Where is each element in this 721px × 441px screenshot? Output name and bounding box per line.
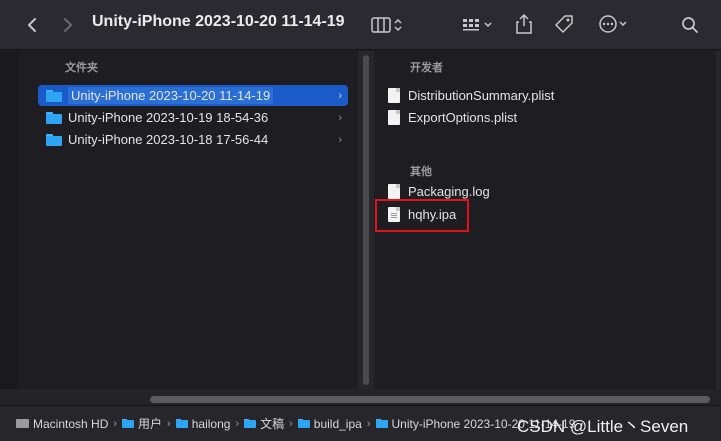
breadcrumb-item[interactable]: Macintosh HD: [16, 417, 108, 431]
list-item-file[interactable]: DistributionSummary.plist: [388, 85, 708, 106]
window-title: Unity-iPhone 2023-10-20 11-14-19: [92, 13, 345, 30]
watermark-text: CSDN @Little丶Seven: [517, 417, 689, 436]
column-view-icon: [371, 17, 391, 33]
chevron-left-icon: [28, 18, 36, 32]
chevron-right-icon: ›: [338, 133, 342, 146]
breadcrumb-label: build_ipa: [313, 416, 362, 431]
section-header-folders: 文件夹: [65, 62, 98, 74]
breadcrumb-label: Macintosh HD: [33, 416, 109, 431]
search-button[interactable]: [678, 13, 702, 37]
document-icon: [388, 88, 400, 103]
list-item-folder[interactable]: Unity-iPhone 2023-10-19 18-54-36 ›: [38, 107, 348, 128]
forward-button[interactable]: [58, 14, 78, 36]
folder-icon: [46, 111, 62, 124]
toolbar: Unity-iPhone 2023-10-20 11-14-19: [0, 0, 721, 50]
section-header-developer: 开发者: [410, 62, 443, 74]
search-icon: [682, 17, 698, 33]
folder-icon: [122, 419, 135, 428]
hard-drive-icon: [16, 419, 29, 428]
back-button[interactable]: [22, 14, 42, 36]
chevron-updown-icon: [394, 18, 402, 32]
file-name: DistributionSummary.plist: [408, 88, 555, 103]
previous-column: [0, 51, 18, 389]
annotation-highlight-box: [375, 199, 469, 232]
chevron-down-icon: [619, 21, 627, 27]
breadcrumb-separator: ›: [167, 417, 171, 430]
horizontal-scrollbar-thumb[interactable]: [150, 396, 710, 403]
document-icon: [388, 110, 400, 125]
folder-name: Unity-iPhone 2023-10-18 17-56-44: [68, 132, 269, 147]
right-scrollbar-track: [716, 51, 721, 389]
folder-icon: [244, 419, 257, 428]
folder-icon: [375, 419, 388, 428]
file-name: ExportOptions.plist: [408, 110, 518, 125]
breadcrumb-label: 用户: [138, 417, 163, 431]
finder-window: Unity-iPhone 2023-10-20 11-14-19 文件夹 Uni…: [0, 0, 721, 441]
tag-button[interactable]: [552, 12, 576, 36]
folder-name: Unity-iPhone 2023-10-20 11-14-19: [68, 87, 274, 104]
list-item-file[interactable]: ExportOptions.plist: [388, 107, 708, 128]
ellipsis-circle-icon: [599, 15, 617, 33]
file-name: Packaging.log: [408, 184, 490, 199]
chevron-right-icon: ›: [338, 111, 342, 124]
section-header-other: 其他: [410, 166, 432, 178]
list-item-folder[interactable]: Unity-iPhone 2023-10-18 17-56-44 ›: [38, 129, 348, 150]
breadcrumb-separator: ›: [113, 417, 118, 430]
tag-icon: [555, 15, 573, 33]
list-item-folder[interactable]: Unity-iPhone 2023-10-20 11-14-19 ›: [38, 85, 348, 106]
breadcrumb-item[interactable]: 文稿: [244, 415, 284, 432]
chevron-right-icon: ›: [338, 89, 342, 102]
folder-column: 文件夹 Unity-iPhone 2023-10-20 11-14-19 › U…: [18, 51, 358, 389]
group-button[interactable]: [456, 14, 498, 36]
breadcrumb-item[interactable]: 用户: [122, 415, 162, 432]
breadcrumb-separator: ›: [235, 417, 240, 430]
document-icon: [388, 184, 400, 199]
folder-icon: [297, 419, 310, 428]
folder-icon: [175, 419, 188, 428]
breadcrumb-separator: ›: [289, 417, 293, 430]
share-button[interactable]: [513, 12, 535, 36]
breadcrumb-label: hailong: [191, 416, 231, 431]
chevron-right-icon: [64, 18, 72, 32]
folder-icon: [46, 133, 62, 146]
share-icon: [516, 14, 532, 34]
breadcrumb-separator: ›: [366, 417, 371, 430]
more-actions-button[interactable]: [594, 13, 632, 35]
breadcrumb-item[interactable]: build_ipa: [297, 416, 362, 431]
middle-scrollbar-thumb[interactable]: [363, 55, 369, 385]
folder-name: Unity-iPhone 2023-10-19 18-54-36: [68, 110, 269, 125]
breadcrumb-item[interactable]: hailong: [175, 416, 231, 431]
chevron-down-icon: [484, 22, 492, 28]
view-mode-button[interactable]: [366, 14, 408, 36]
folder-icon: [46, 89, 62, 102]
breadcrumb-label: 文稿: [260, 417, 285, 431]
group-grid-icon: [463, 19, 479, 31]
